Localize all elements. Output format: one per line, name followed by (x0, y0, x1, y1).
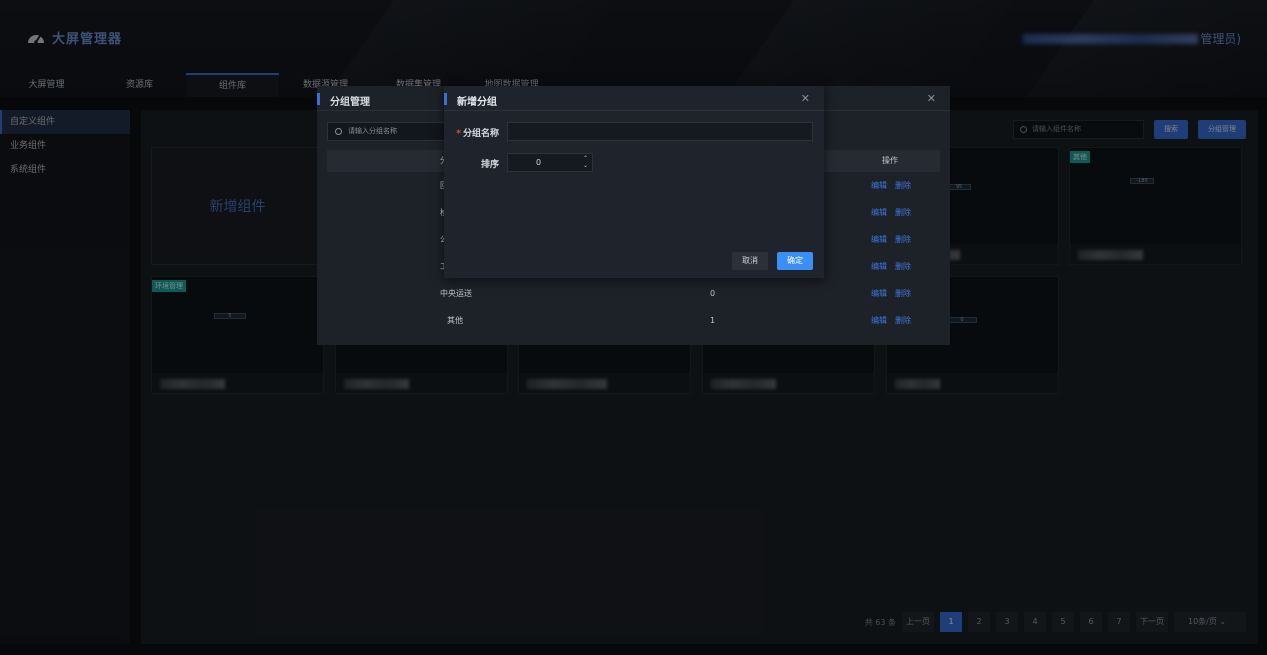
edit-link[interactable]: 编辑 (871, 199, 887, 226)
group-count: 1 (710, 316, 716, 325)
close-icon[interactable]: ✕ (801, 92, 810, 105)
edit-link[interactable]: 编辑 (871, 253, 887, 280)
group-name-label-text: 分组名称 (462, 129, 499, 139)
table-row: 中央运送 0 编辑 删除 (327, 280, 940, 307)
group-name-label: * 分组名称 (444, 126, 499, 139)
confirm-button[interactable]: 确定 (777, 252, 813, 270)
required-marker: * (456, 129, 461, 139)
title-accent (317, 93, 320, 105)
delete-link[interactable]: 删除 (895, 172, 911, 199)
group-search-input[interactable]: 请输入分组名称 (327, 122, 457, 141)
group-count: 0 (710, 289, 716, 298)
cancel-button[interactable]: 取消 (732, 252, 768, 270)
column-header-action: 操作 (882, 156, 898, 165)
stepper-arrows: ⌃ ⌄ (583, 155, 588, 169)
order-value: 0 (536, 158, 542, 167)
search-icon (335, 128, 342, 135)
delete-link[interactable]: 删除 (895, 280, 911, 307)
close-icon[interactable]: ✕ (927, 92, 936, 105)
group-name-input[interactable] (507, 122, 813, 141)
group-modal-title: 分组管理 (330, 97, 370, 108)
order-stepper[interactable]: 0 ⌃ ⌄ (507, 153, 593, 172)
delete-link[interactable]: 删除 (895, 199, 911, 226)
chevron-down-icon[interactable]: ⌄ (583, 162, 588, 169)
group-name: 中央运送 (440, 289, 472, 298)
table-row: 其他 1 编辑 删除 (327, 307, 940, 334)
delete-link[interactable]: 删除 (895, 307, 911, 334)
title-accent (444, 93, 447, 105)
delete-link[interactable]: 删除 (895, 253, 911, 280)
edit-link[interactable]: 编辑 (871, 307, 887, 334)
edit-link[interactable]: 编辑 (871, 280, 887, 307)
search-placeholder: 请输入分组名称 (348, 127, 397, 135)
order-label: 排序 (480, 160, 499, 170)
add-group-dialog: 新增分组 ✕ * 分组名称 排序 0 ⌃ ⌄ 取消 确定 (444, 86, 824, 278)
dialog-header: 新增分组 ✕ (444, 86, 824, 111)
group-name: 其他 (447, 316, 463, 325)
chevron-up-icon[interactable]: ⌃ (583, 155, 588, 162)
edit-link[interactable]: 编辑 (871, 226, 887, 253)
edit-link[interactable]: 编辑 (871, 172, 887, 199)
delete-link[interactable]: 删除 (895, 226, 911, 253)
dialog-title: 新增分组 (457, 97, 497, 108)
